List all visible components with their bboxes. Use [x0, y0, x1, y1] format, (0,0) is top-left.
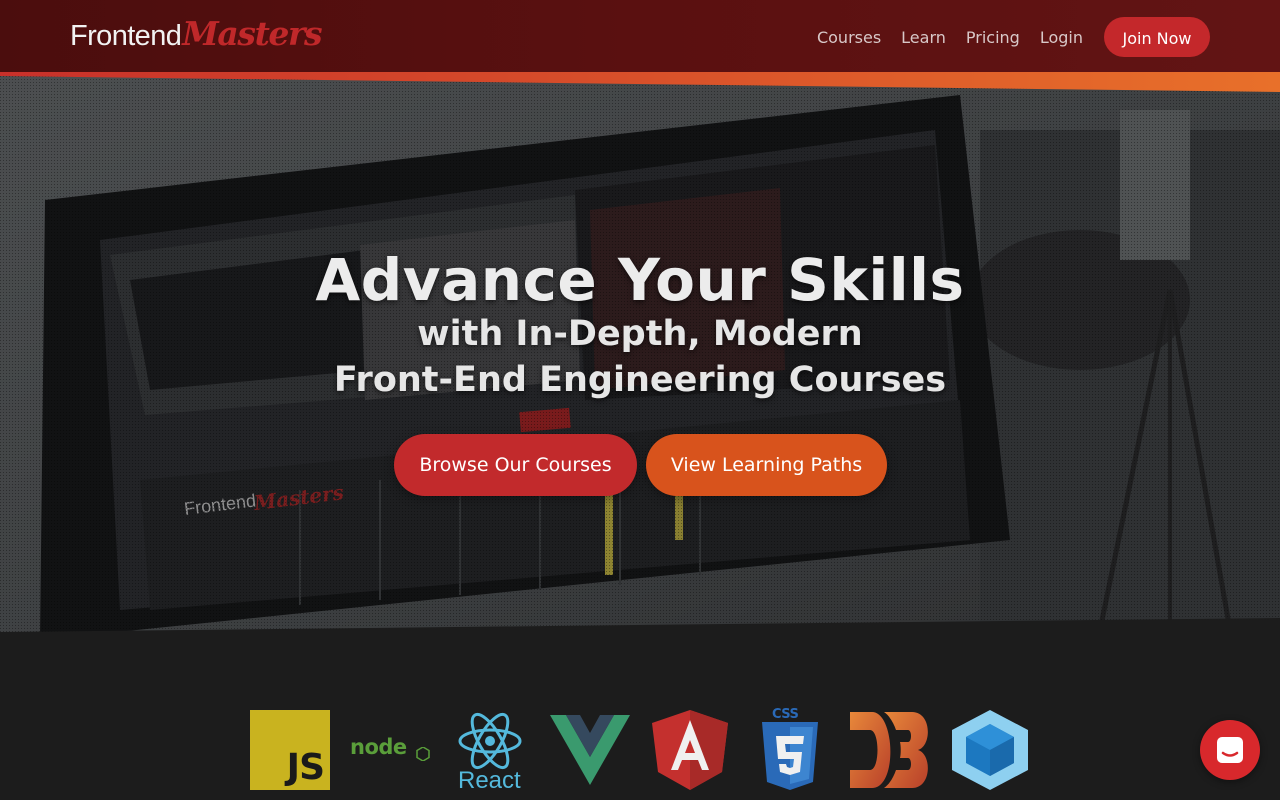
logo-front-text: Frontend: [70, 20, 182, 52]
hero-subline-2: Front-End Engineering Courses: [333, 360, 947, 400]
hero-section: Frontend Masters Advance Your Skills wit…: [0, 70, 1280, 670]
node-hexagon-icon: [416, 747, 430, 761]
angular-icon: [652, 710, 728, 790]
react-atom-icon: [458, 712, 522, 770]
site-logo[interactable]: Frontend Masters: [70, 14, 323, 58]
header-accent-stripe: [0, 70, 1280, 92]
nav-pricing[interactable]: Pricing: [966, 28, 1020, 47]
hero-content: Advance Your Skills with In-Depth, Moder…: [0, 70, 1280, 670]
hero-subline-1: with In-Depth, Modern: [417, 314, 863, 354]
logo-masters-text: Masters: [182, 14, 322, 53]
nav-learn[interactable]: Learn: [901, 28, 946, 47]
css3-label: CSS: [772, 707, 799, 722]
react-label: React: [458, 767, 521, 794]
d3-icon: [850, 712, 928, 788]
vue-icon: [550, 715, 630, 785]
view-learning-paths-button[interactable]: View Learning Paths: [646, 434, 887, 496]
join-now-button[interactable]: Join Now: [1104, 17, 1210, 57]
nav-courses[interactable]: Courses: [817, 28, 881, 47]
chat-icon: [1217, 737, 1243, 763]
tech-logos-strip: JS node React CSS: [0, 655, 1280, 800]
javascript-icon: JS: [250, 710, 330, 790]
hero-headline: Advance Your Skills: [315, 246, 965, 314]
react-icon: React: [455, 710, 525, 795]
node-label: node: [350, 735, 407, 759]
browse-courses-button[interactable]: Browse Our Courses: [394, 434, 637, 496]
nav-login[interactable]: Login: [1040, 28, 1083, 47]
webpack-icon: [952, 710, 1028, 790]
site-header: Frontend Masters Courses Learn Pricing L…: [0, 0, 1280, 72]
css3-icon: CSS: [760, 707, 820, 790]
javascript-label: JS: [286, 747, 325, 788]
main-nav: Courses Learn Pricing Login Join Now: [817, 17, 1210, 57]
chat-launcher-button[interactable]: [1200, 720, 1260, 780]
node-icon: node: [350, 735, 430, 765]
